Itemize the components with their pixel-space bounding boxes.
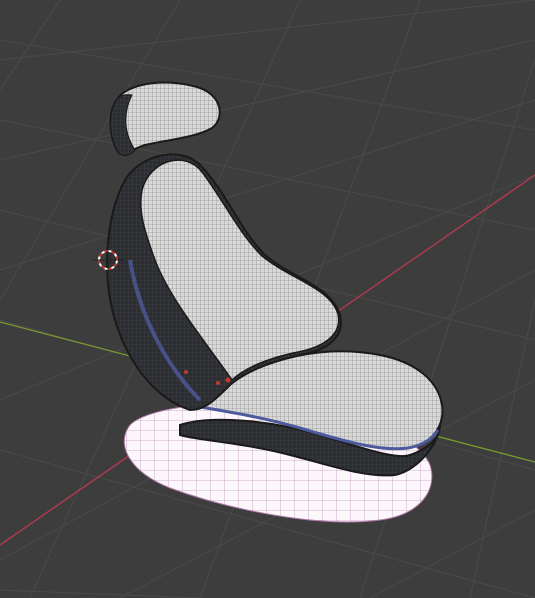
viewport-canvas[interactable] (0, 0, 535, 598)
headrest-mesh-icon[interactable] (109, 81, 221, 157)
vertex-marker (225, 377, 231, 383)
3d-viewport[interactable] (0, 0, 535, 598)
vertex-marker (184, 370, 188, 374)
vertex-marker (216, 381, 220, 385)
